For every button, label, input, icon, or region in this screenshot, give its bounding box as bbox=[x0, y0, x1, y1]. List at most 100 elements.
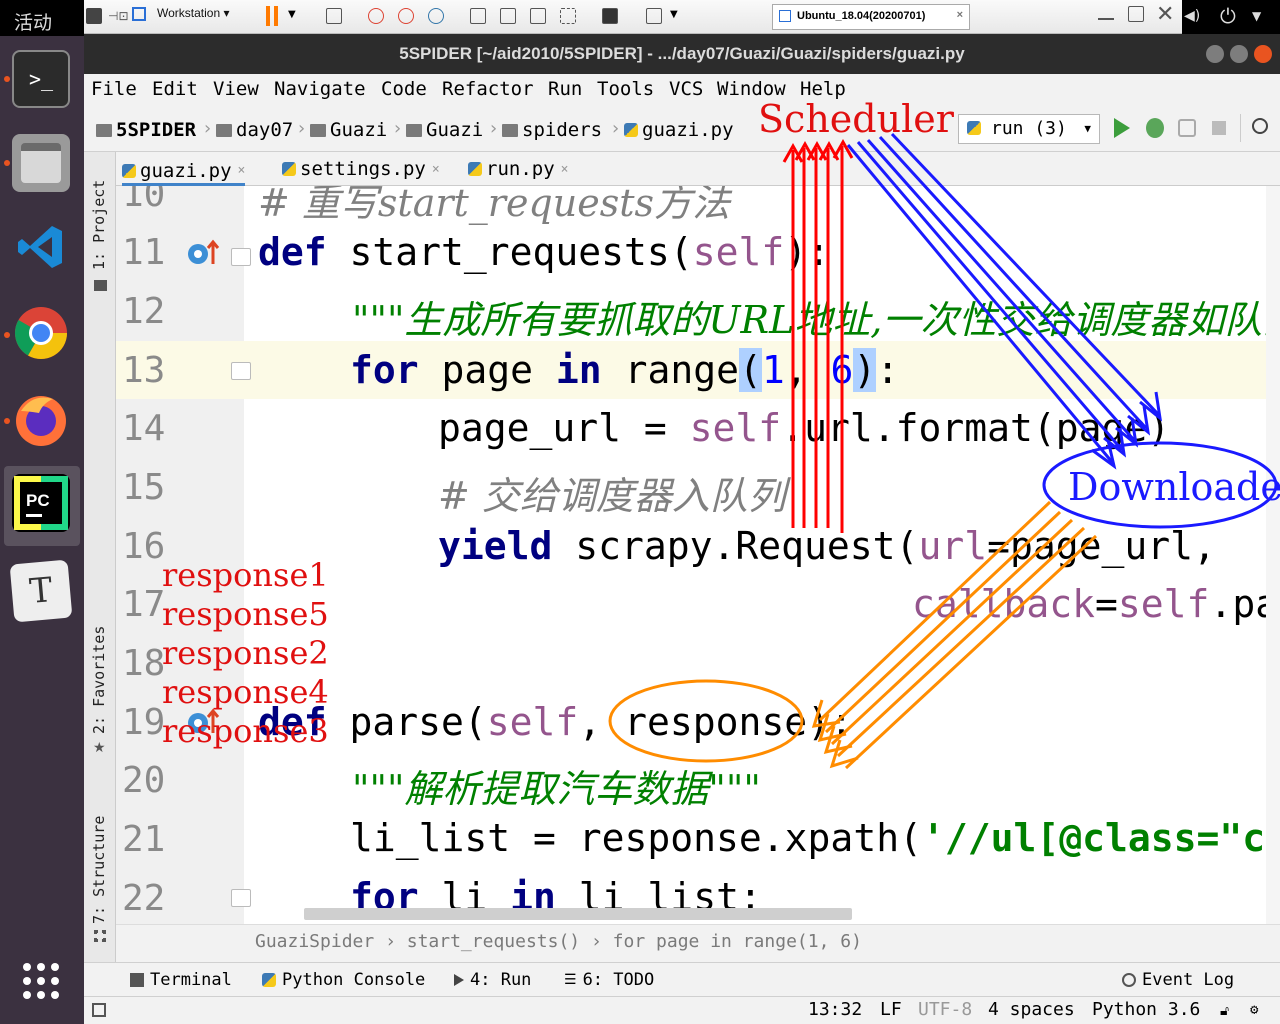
horizontal-scrollbar[interactable] bbox=[304, 908, 852, 920]
fold-marker[interactable] bbox=[231, 362, 251, 380]
terminal-icon[interactable]: >_ bbox=[12, 50, 70, 108]
run-config-select[interactable]: run (3) ▼ bbox=[958, 114, 1100, 144]
caret-position[interactable]: 13:32 bbox=[808, 999, 862, 1020]
event-log-tool-button[interactable]: Event Log bbox=[1122, 970, 1234, 990]
vertical-scrollbar[interactable] bbox=[1266, 186, 1280, 924]
terminal-icon bbox=[130, 973, 144, 987]
fullscreen-icon[interactable] bbox=[530, 8, 546, 24]
run-tool-button[interactable]: 4: Run bbox=[454, 970, 531, 990]
indent-setting[interactable]: 4 spaces bbox=[988, 999, 1075, 1020]
maximize-icon[interactable] bbox=[1128, 6, 1144, 22]
menu-edit[interactable]: Edit bbox=[152, 78, 198, 100]
close-button[interactable] bbox=[1254, 45, 1272, 63]
speaker-icon[interactable]: ◀) bbox=[1184, 8, 1200, 24]
chevron-down-icon[interactable]: ▼ bbox=[670, 9, 678, 20]
folder-icon bbox=[406, 123, 422, 137]
override-method-icon[interactable] bbox=[186, 238, 220, 268]
nav-crumb-spiders[interactable]: spiders bbox=[502, 119, 602, 141]
nav-crumb-guazi[interactable]: Guazi bbox=[310, 119, 387, 141]
chrome-icon[interactable] bbox=[12, 304, 70, 362]
chevron-down-icon: ▼ bbox=[1084, 122, 1091, 135]
running-indicator bbox=[4, 160, 10, 166]
maximize-button[interactable] bbox=[1230, 45, 1248, 63]
minimize-icon[interactable] bbox=[1098, 18, 1114, 20]
vscode-icon[interactable] bbox=[12, 218, 70, 276]
vm-tab-ubuntu[interactable]: Ubuntu_18.04(20200701) × bbox=[772, 4, 970, 30]
vm-library-icon[interactable] bbox=[132, 7, 146, 21]
pause-icon[interactable] bbox=[266, 6, 278, 26]
chevron-down-icon[interactable]: ▼ bbox=[288, 9, 296, 20]
activities-button[interactable]: 活动 bbox=[0, 0, 84, 36]
git-icon[interactable]: ⚙ bbox=[1250, 1002, 1258, 1018]
unity-icon[interactable] bbox=[560, 8, 576, 24]
favorites-tool-button[interactable]: 2: Favorites bbox=[90, 626, 108, 734]
tab-run-py[interactable]: run.py × bbox=[468, 158, 568, 180]
snapshot-manager-icon[interactable] bbox=[428, 8, 444, 24]
nav-crumb-file[interactable]: guazi.py bbox=[624, 119, 734, 141]
sidebar-toggle-icon[interactable] bbox=[470, 8, 486, 24]
line-separator[interactable]: LF bbox=[880, 999, 902, 1020]
chevron-right-icon: › bbox=[202, 118, 213, 139]
app-grid-icon[interactable] bbox=[12, 952, 70, 1010]
lock-icon[interactable]: 🔓︎ bbox=[1220, 1003, 1229, 1019]
typora-icon[interactable]: T bbox=[9, 559, 73, 623]
crumb-method[interactable]: start_requests() bbox=[407, 931, 580, 952]
menu-tools[interactable]: Tools bbox=[597, 78, 654, 100]
menu-view[interactable]: View bbox=[213, 78, 259, 100]
tool-windows-icon[interactable] bbox=[92, 1003, 106, 1017]
menu-file[interactable]: File bbox=[91, 78, 137, 100]
nav-crumb-guazi-pkg[interactable]: Guazi bbox=[406, 119, 483, 141]
fold-marker[interactable] bbox=[231, 248, 251, 266]
stop-icon[interactable] bbox=[1212, 121, 1226, 135]
line-number: 11 bbox=[122, 232, 166, 273]
send-keys-icon[interactable] bbox=[326, 8, 342, 24]
code-line-19: def parse(self, response): bbox=[258, 700, 853, 744]
code-editor[interactable]: 10 11 12 13 14 15 16 17 18 19 20 21 22 #… bbox=[116, 186, 1280, 924]
menu-vcs[interactable]: VCS bbox=[669, 78, 703, 100]
debug-icon[interactable] bbox=[1146, 118, 1164, 138]
restore-icon[interactable]: ⊣⊡ bbox=[108, 9, 129, 23]
crumb-loop[interactable]: for page in range(1, 6) bbox=[613, 931, 862, 952]
python-file-icon bbox=[967, 121, 981, 135]
todo-tool-button[interactable]: ☰ 6: TODO bbox=[564, 970, 654, 990]
code-line-17: callback=self.par bbox=[912, 582, 1280, 626]
close-icon[interactable]: × bbox=[957, 9, 963, 21]
tab-settings-py[interactable]: settings.py × bbox=[282, 158, 440, 180]
workstation-menu[interactable]: Workstation ▾ bbox=[157, 6, 230, 20]
run-icon[interactable] bbox=[1114, 118, 1130, 138]
python-interpreter[interactable]: Python 3.6 bbox=[1092, 999, 1200, 1020]
console-icon[interactable] bbox=[602, 8, 618, 24]
tab-guazi-py[interactable]: guazi.py × bbox=[122, 158, 246, 186]
close-icon[interactable]: × bbox=[561, 162, 569, 177]
files-icon[interactable] bbox=[12, 134, 70, 192]
coverage-icon[interactable] bbox=[1178, 119, 1196, 137]
nav-crumb-project[interactable]: 5SPIDER bbox=[96, 119, 196, 141]
menu-navigate[interactable]: Navigate bbox=[274, 78, 366, 100]
close-icon[interactable]: × bbox=[238, 163, 246, 178]
structure-tool-button[interactable]: 7: Structure bbox=[90, 816, 108, 924]
snapshot-icon[interactable] bbox=[368, 8, 384, 24]
menu-code[interactable]: Code bbox=[381, 78, 427, 100]
close-icon[interactable]: × bbox=[432, 162, 440, 177]
nav-crumb-day07[interactable]: day07 bbox=[216, 119, 293, 141]
thumbnail-icon[interactable] bbox=[500, 8, 516, 24]
chevron-down-icon[interactable]: ▼ bbox=[1252, 9, 1261, 23]
pycharm-icon[interactable]: PC bbox=[12, 474, 70, 532]
firefox-icon[interactable] bbox=[12, 390, 70, 448]
minimize-button[interactable] bbox=[1206, 45, 1224, 63]
menu-run[interactable]: Run bbox=[548, 78, 582, 100]
search-icon[interactable] bbox=[1252, 118, 1268, 134]
fold-marker[interactable] bbox=[231, 889, 251, 907]
close-icon[interactable]: ✕ bbox=[1156, 2, 1174, 27]
power-icon[interactable]: ⏻ bbox=[1220, 4, 1236, 28]
python-file-icon bbox=[122, 163, 136, 178]
file-encoding[interactable]: UTF-8 bbox=[918, 999, 972, 1020]
python-console-tool-button[interactable]: Python Console bbox=[262, 970, 425, 990]
terminal-tool-button[interactable]: Terminal bbox=[130, 970, 232, 990]
crumb-class[interactable]: GuaziSpider bbox=[255, 931, 374, 952]
revert-snapshot-icon[interactable] bbox=[398, 8, 414, 24]
project-tool-button[interactable]: 1: Project bbox=[90, 180, 108, 270]
code-line-21: li_list = response.xpath('//ul[@class="c… bbox=[350, 816, 1280, 860]
menu-refactor[interactable]: Refactor bbox=[442, 78, 534, 100]
stretch-icon[interactable] bbox=[646, 8, 662, 24]
